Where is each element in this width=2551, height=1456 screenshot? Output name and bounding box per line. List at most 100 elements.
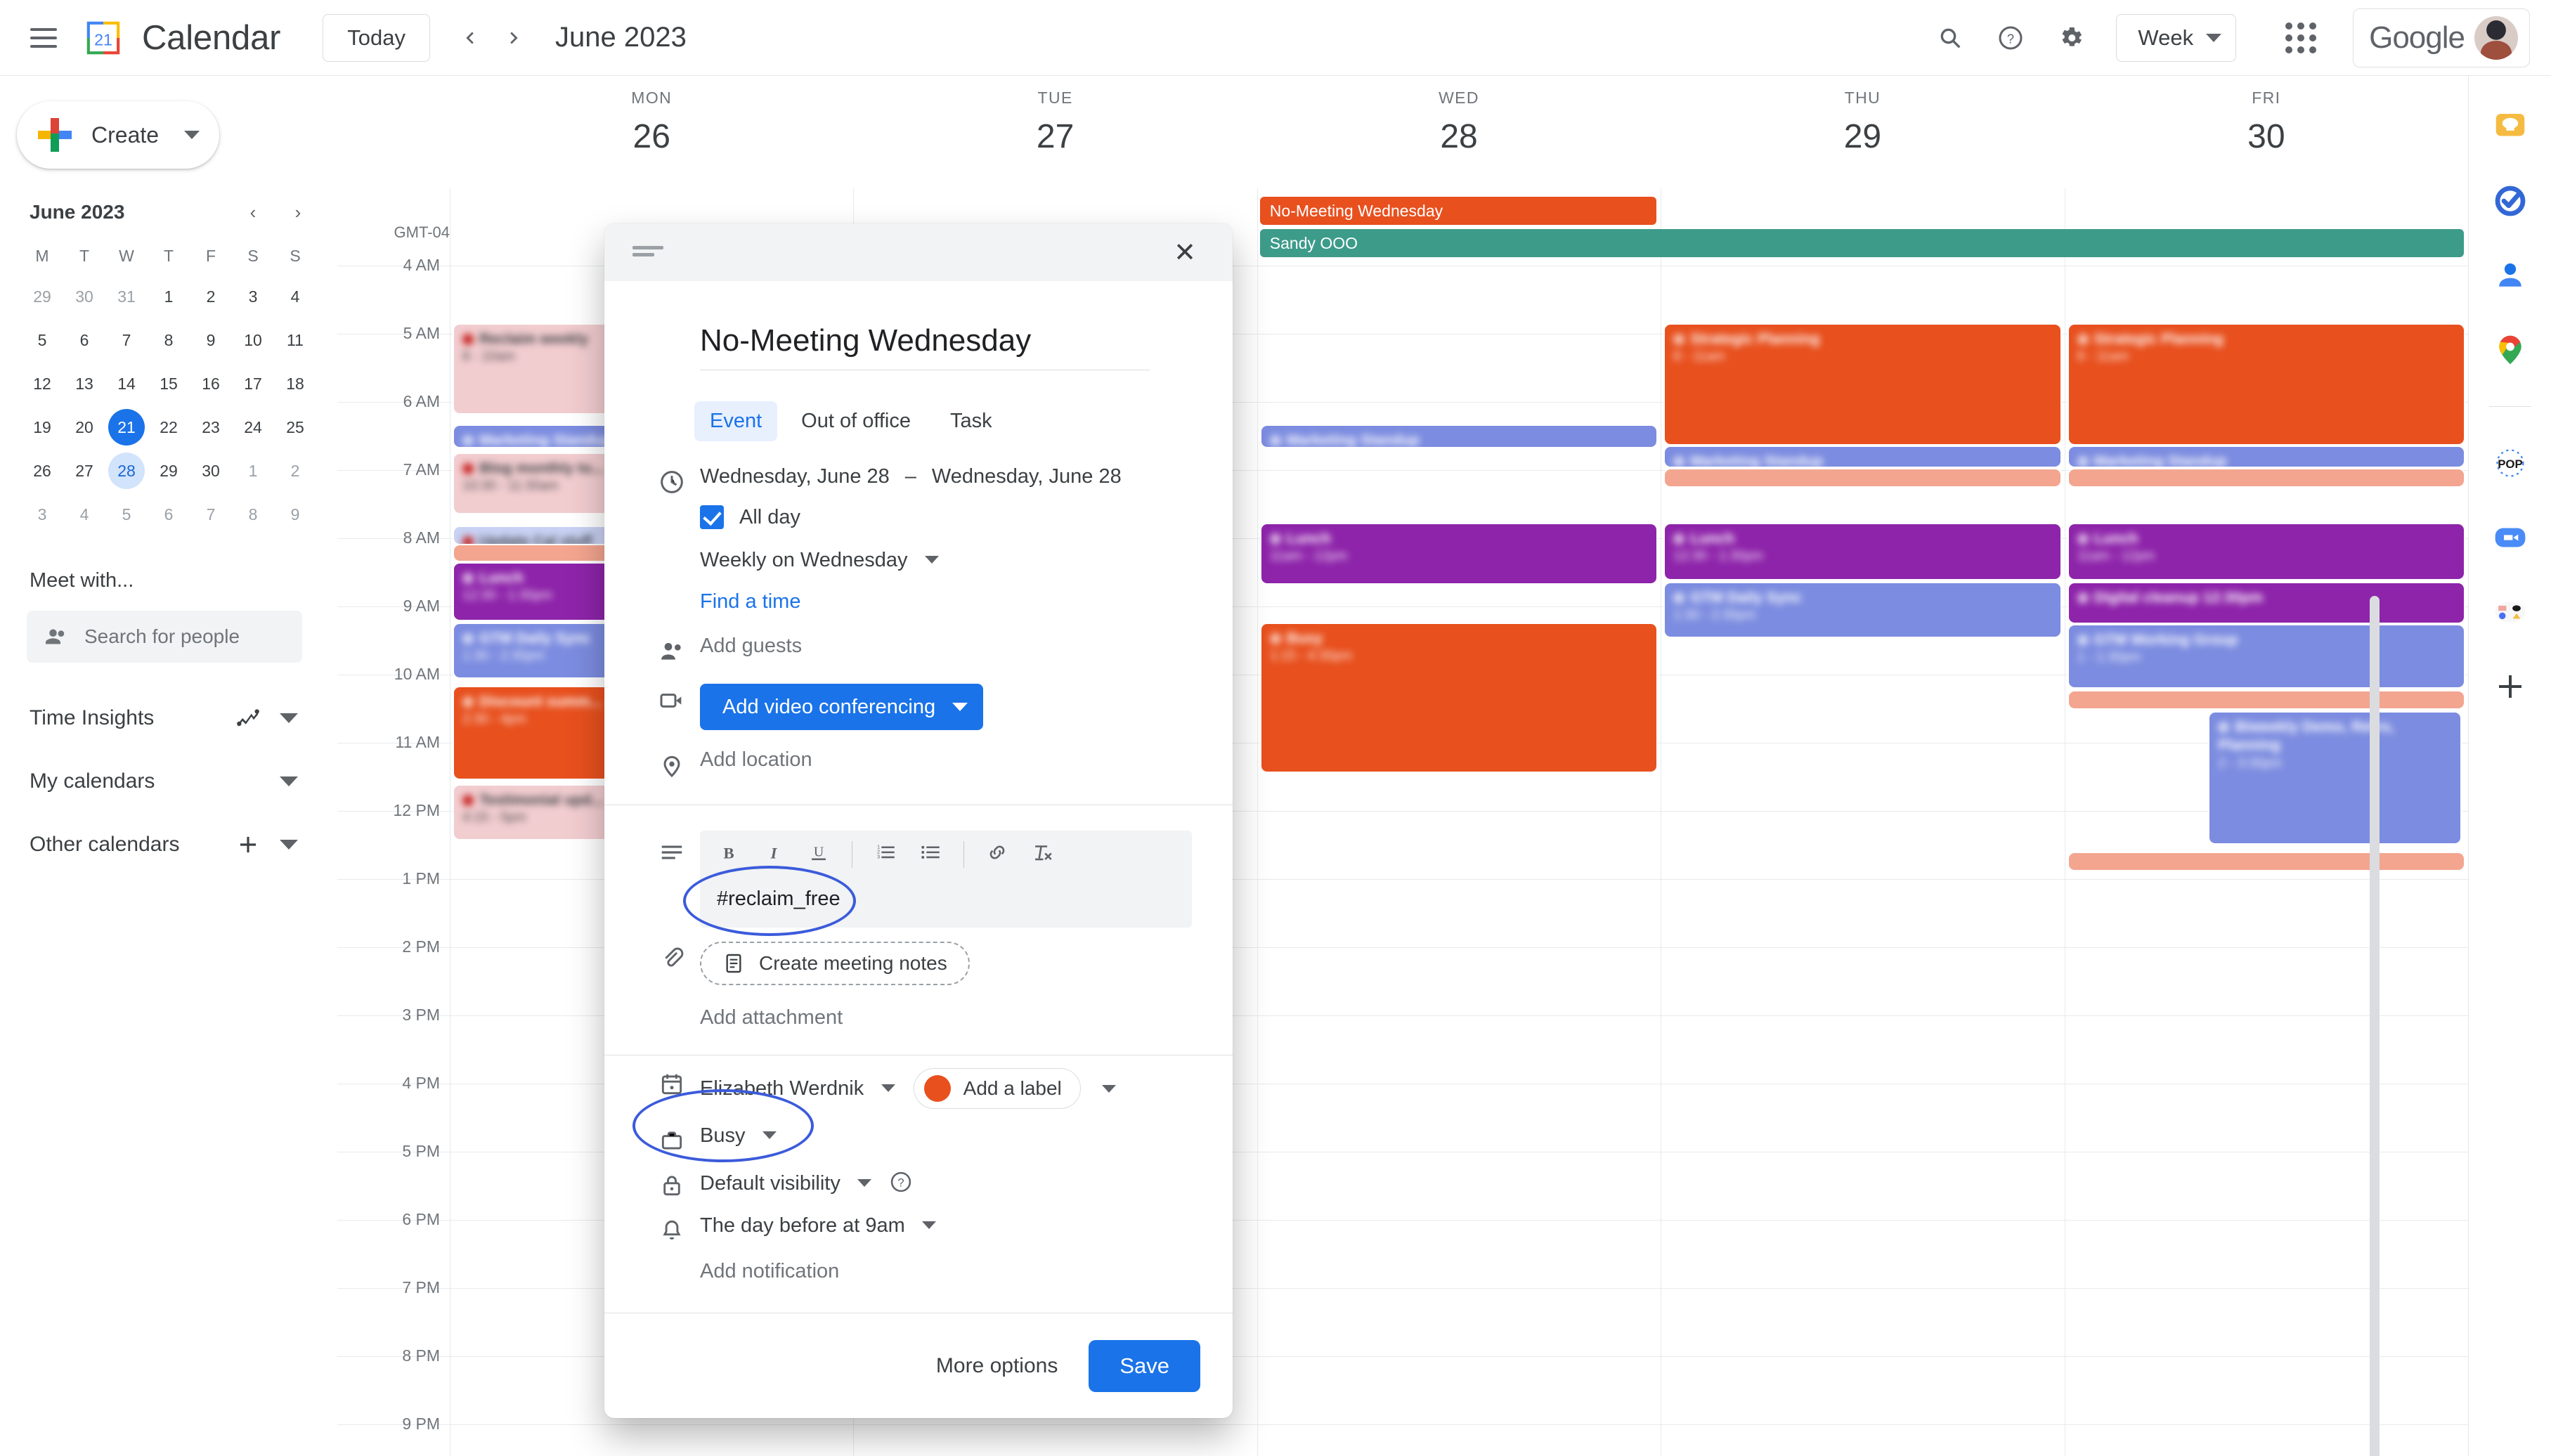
sidebar-section-time-insights[interactable]: Time Insights	[30, 687, 311, 750]
clear-format-icon[interactable]	[1030, 840, 1054, 868]
day-header-number[interactable]: 27	[853, 117, 1257, 156]
mini-calendar-day[interactable]: 18	[274, 365, 316, 402]
calendar-event[interactable]: Lunch 11am - 12pm	[1261, 524, 1657, 583]
add-addon-icon[interactable]	[2488, 664, 2533, 709]
dialog-title-bar[interactable]: ✕	[604, 223, 1233, 281]
mini-calendar-day[interactable]: 1	[232, 453, 274, 489]
mini-calendar-day[interactable]: 10	[232, 322, 274, 358]
pop-icon[interactable]: POP	[2488, 441, 2533, 486]
mini-calendar-day[interactable]: 21	[105, 409, 148, 446]
mini-calendar-day[interactable]: 30	[190, 453, 232, 489]
day-header-mon[interactable]: MON 26	[450, 76, 853, 188]
mini-calendar-day[interactable]: 14	[105, 365, 148, 402]
mini-calendar-day[interactable]: 4	[63, 496, 105, 533]
mini-calendar-day[interactable]: 13	[63, 365, 105, 402]
day-header-wed[interactable]: WED 28	[1257, 76, 1661, 188]
availability-select[interactable]: Busy	[700, 1124, 1233, 1148]
sidebar-section-other-calendars[interactable]: Other calendars	[30, 813, 311, 876]
add-video-conferencing-button[interactable]: Add video conferencing	[700, 684, 984, 730]
tasks-icon[interactable]	[2488, 178, 2533, 223]
add-label-chip[interactable]: Add a label	[913, 1068, 1081, 1109]
mini-calendar-day[interactable]: 7	[190, 496, 232, 533]
mini-calendar-day[interactable]: 24	[232, 409, 274, 446]
calendar-event[interactable]: GTM Daily Sync 1:30 - 2:30pm	[1665, 583, 2060, 637]
bold-icon[interactable]: B	[717, 840, 741, 868]
mini-calendar-day[interactable]: 1	[148, 278, 190, 315]
mini-calendar-day[interactable]: 11	[274, 322, 316, 358]
mini-calendar-day[interactable]: 2	[274, 453, 316, 489]
chevron-right-icon[interactable]	[492, 16, 535, 60]
mini-calendar-day[interactable]: 5	[21, 322, 63, 358]
add-notification-link[interactable]: Add notification	[700, 1260, 1233, 1283]
calendar-owner-select[interactable]: Elizabeth Werdnik	[700, 1077, 895, 1100]
miro-icon[interactable]	[2488, 590, 2533, 635]
mini-prev-month-icon[interactable]: ‹	[239, 198, 267, 226]
mini-calendar-day[interactable]: 23	[190, 409, 232, 446]
zoom-icon[interactable]	[2488, 515, 2533, 560]
search-people-input[interactable]: Search for people	[27, 611, 302, 663]
mini-calendar-day[interactable]: 6	[148, 496, 190, 533]
mini-calendar-day[interactable]: 4	[274, 278, 316, 315]
mini-calendar-day[interactable]: 7	[105, 322, 148, 358]
hamburger-icon[interactable]	[24, 18, 63, 58]
start-date[interactable]: Wednesday, June 28	[700, 465, 890, 488]
calendar-event[interactable]: Strategic Planning 8 - 11am	[1665, 325, 2060, 444]
day-header-fri[interactable]: FRI 30	[2065, 76, 2468, 188]
calendar-event[interactable]: Marketing Standup	[2068, 447, 2464, 467]
mini-calendar-day[interactable]: 9	[274, 496, 316, 533]
calendar-event[interactable]	[2068, 691, 2464, 708]
mini-calendar-day[interactable]: 30	[63, 278, 105, 315]
mini-calendar-day[interactable]: 20	[63, 409, 105, 446]
drag-handle-icon[interactable]	[632, 246, 663, 259]
day-header-number[interactable]: 28	[1257, 117, 1661, 156]
description-editor[interactable]: B I U 123 #reclaim_free	[700, 831, 1192, 928]
keep-icon[interactable]	[2488, 104, 2533, 149]
italic-icon[interactable]: I	[762, 840, 786, 868]
find-a-time-link[interactable]: Find a time	[700, 590, 1233, 613]
mini-calendar-day[interactable]: 26	[21, 453, 63, 489]
mini-calendar-day[interactable]: 3	[232, 278, 274, 315]
event-title-field[interactable]: No-Meeting Wednesday	[700, 323, 1150, 370]
view-select[interactable]: Week	[2116, 13, 2237, 62]
account-pill[interactable]: Google	[2353, 8, 2530, 67]
tab-event[interactable]: Event	[694, 401, 778, 441]
more-options-button[interactable]: More options	[936, 1354, 1058, 1378]
mini-calendar-day[interactable]: 3	[21, 496, 63, 533]
add-location-placeholder[interactable]: Add location	[700, 748, 812, 771]
calendar-event[interactable]: Digital cleanup 12:30pm	[2068, 583, 2464, 623]
mini-calendar-day[interactable]: 17	[232, 365, 274, 402]
mini-calendar-day[interactable]: 27	[63, 453, 105, 489]
underline-icon[interactable]: U	[807, 840, 831, 868]
day-header-tue[interactable]: TUE 27	[853, 76, 1257, 188]
mini-calendar-day[interactable]: 8	[148, 322, 190, 358]
mini-calendar-day[interactable]: 31	[105, 278, 148, 315]
calendar-event[interactable]	[2068, 469, 2464, 486]
apps-grid-icon[interactable]	[2274, 11, 2328, 65]
plus-icon[interactable]	[235, 831, 261, 858]
end-date[interactable]: Wednesday, June 28	[932, 465, 1122, 488]
maps-icon[interactable]	[2488, 327, 2533, 372]
mini-calendar-day[interactable]: 2	[190, 278, 232, 315]
calendar-event[interactable]: Marketing Standup	[1665, 447, 2060, 467]
today-button[interactable]: Today	[323, 13, 430, 62]
day-header-number[interactable]: 30	[2065, 117, 2468, 156]
mini-calendar-day[interactable]: 25	[274, 409, 316, 446]
notification-select[interactable]: The day before at 9am	[700, 1214, 1233, 1237]
day-header-thu[interactable]: THU 29	[1661, 76, 2064, 188]
all-day-event[interactable]: No-Meeting Wednesday	[1259, 197, 1657, 225]
vertical-scrollbar[interactable]	[2370, 596, 2380, 1456]
search-icon[interactable]	[1925, 13, 1975, 63]
tab-task[interactable]: Task	[935, 401, 1008, 441]
mini-calendar-day[interactable]: 8	[232, 496, 274, 533]
avatar[interactable]	[2474, 15, 2518, 60]
sidebar-section-my-calendars[interactable]: My calendars	[30, 750, 311, 813]
save-button[interactable]: Save	[1089, 1339, 1200, 1392]
calendar-event[interactable]	[1665, 469, 2060, 486]
mini-calendar-day[interactable]: 22	[148, 409, 190, 446]
calendar-event[interactable]: GTM Working Group 1 - 1:30pm	[2068, 625, 2464, 687]
day-header-number[interactable]: 26	[450, 117, 853, 156]
link-icon[interactable]	[985, 840, 1009, 868]
calendar-event[interactable]: Marketing Standup	[1261, 426, 1657, 447]
calendar-event[interactable]: Strategic Planning 8 - 11am	[2068, 325, 2464, 444]
bulleted-list-icon[interactable]	[919, 840, 942, 868]
